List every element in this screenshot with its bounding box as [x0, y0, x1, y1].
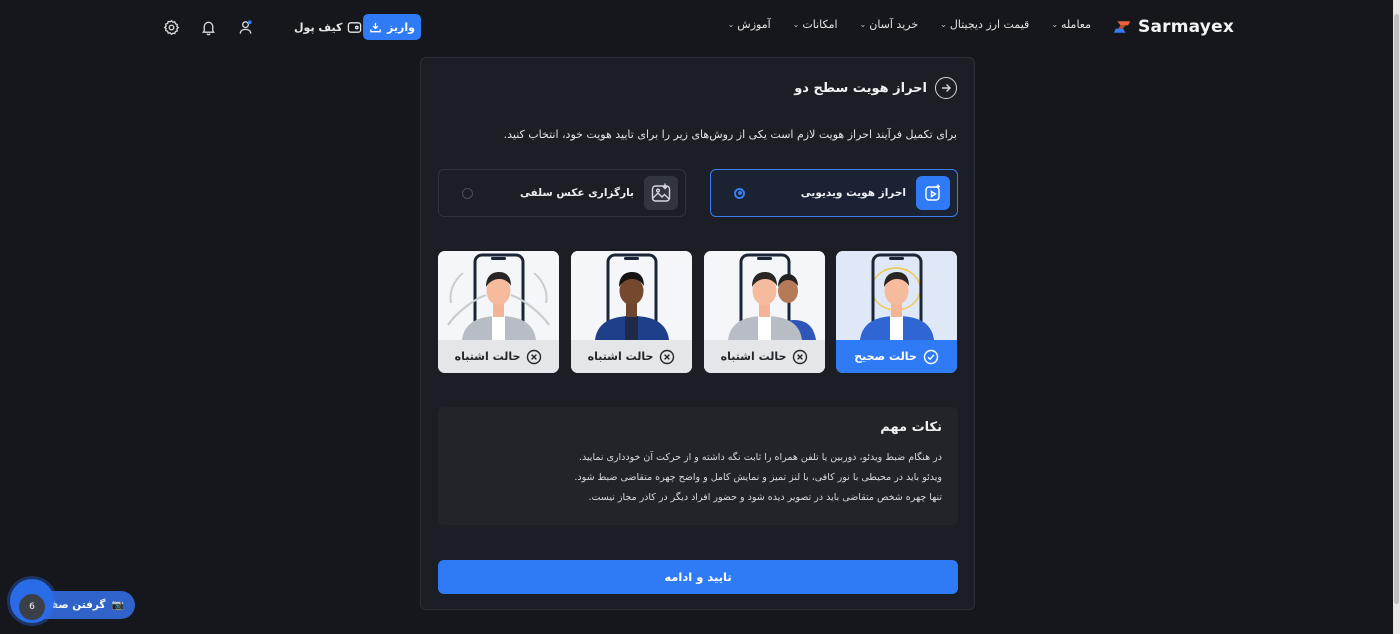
check-circle-icon	[923, 349, 939, 364]
chevron-down-icon: ⌄	[792, 20, 800, 29]
example-wrong-two-people: حالت اشتباه	[704, 251, 825, 373]
option-video-verification[interactable]: احراز هویت ویدیویی	[710, 169, 958, 217]
page-title: احراز هویت سطح دو	[794, 80, 927, 96]
nav-education[interactable]: آموزش ⌄	[728, 18, 771, 31]
nav-features[interactable]: امکانات ⌄	[793, 18, 838, 31]
option-selfie-upload[interactable]: بارگزاری عکس سلفی	[438, 169, 686, 217]
example-wrong-headphones: حالت اشتباه	[438, 251, 559, 373]
bell-icon[interactable]	[198, 17, 218, 37]
intro-text: برای تکمیل فرآیند احراز هویت لازم است یک…	[503, 128, 957, 141]
page-scrollbar[interactable]	[1393, 0, 1400, 634]
example-label: حالت صحیح	[854, 350, 917, 363]
nav-label: قیمت ارز دیجیتال	[949, 18, 1030, 31]
nav-label: معامله	[1061, 18, 1091, 31]
top-header: Sarmayex معامله ⌄ قیمت ارز دیجیتال ⌄ خرید …	[0, 0, 1393, 55]
deposit-button[interactable]: واریز	[363, 14, 421, 40]
x-circle-icon	[793, 349, 808, 364]
chevron-down-icon: ⌄	[727, 20, 735, 29]
download-tray-icon	[370, 22, 381, 32]
camera-icon: 📷	[111, 599, 124, 611]
option-label: احراز هویت ویدیویی	[800, 187, 906, 199]
option-label: بارگزاری عکس سلفی	[519, 187, 634, 199]
user-icon[interactable]	[235, 17, 255, 37]
low-light-illustration	[571, 251, 692, 340]
example-label: حالت اشتباه	[720, 350, 787, 363]
correct-pose-illustration	[836, 251, 957, 340]
chevron-down-icon: ⌄	[1051, 20, 1059, 29]
main-nav: معامله ⌄ قیمت ارز دیجیتال ⌄ خرید آسان ⌄ امک…	[728, 18, 1091, 31]
arrow-right-icon	[942, 84, 951, 92]
example-caption: حالت اشتباه	[704, 340, 825, 373]
chevron-down-icon: ⌄	[859, 20, 867, 29]
example-correct: حالت صحیح	[836, 251, 957, 373]
radio-unselected[interactable]	[462, 187, 473, 199]
headphones-illustration	[438, 251, 559, 340]
brand-logo[interactable]: Sarmayex	[1114, 14, 1234, 40]
important-notes: نکات مهم در هنگام ضبط ویدئو، دوربین یا ت…	[438, 407, 958, 525]
example-caption: حالت اشتباه	[438, 340, 559, 373]
x-circle-icon	[527, 349, 542, 364]
nav-crypto-prices[interactable]: قیمت ارز دیجیتال ⌄	[940, 18, 1029, 31]
nav-label: امکانات	[802, 18, 838, 31]
example-caption: حالت صحیح	[836, 340, 957, 373]
video-plus-icon	[916, 176, 950, 210]
x-circle-icon	[660, 349, 675, 364]
brand-name: Sarmayex	[1138, 17, 1234, 37]
notes-title: نکات مهم	[880, 420, 942, 435]
page-title-row: احراز هویت سطح دو	[794, 77, 957, 99]
note-line: تنها چهره شخص متقاضی باید در تصویر دیده …	[588, 492, 942, 503]
nav-trade[interactable]: معامله ⌄	[1051, 18, 1091, 31]
wallet-link[interactable]: کیف پول	[294, 17, 362, 37]
scrollbar-thumb[interactable]	[1394, 14, 1399, 604]
example-caption: حالت اشتباه	[571, 340, 692, 373]
image-download-icon	[644, 176, 678, 210]
confirm-continue-button[interactable]: تایید و ادامه	[438, 560, 958, 594]
deposit-label: واریز	[387, 20, 415, 34]
radio-selected[interactable]	[734, 187, 745, 199]
sarmayex-logo-icon	[1114, 21, 1131, 33]
wallet-label: کیف پول	[294, 20, 343, 34]
example-label: حالت اشتباه	[454, 350, 521, 363]
nav-easy-buy[interactable]: خرید آسان ⌄	[860, 18, 919, 31]
example-gallery: حالت صحیح حالت اشتباه حالت اشتباه حالت ا…	[438, 251, 958, 373]
note-line: ویدئو باید در محیطی با نور کافی، با لنز …	[574, 472, 942, 483]
note-line: در هنگام ضبط ویدئو، دوربین یا تلفن همراه…	[578, 452, 942, 463]
gear-icon[interactable]	[161, 17, 181, 37]
verification-card: احراز هویت سطح دو برای تکمیل فرآیند احرا…	[420, 57, 975, 610]
nav-label: آموزش	[737, 18, 771, 31]
wallet-icon	[348, 21, 362, 33]
two-people-illustration	[704, 251, 825, 340]
nav-label: خرید آسان	[869, 18, 919, 31]
example-wrong-low-light: حالت اشتباه	[571, 251, 692, 373]
example-label: حالت اشتباه	[587, 350, 654, 363]
back-button[interactable]	[935, 77, 957, 99]
chevron-down-icon: ⌄	[940, 20, 947, 29]
support-launcher[interactable]: 6	[10, 579, 54, 623]
support-count-badge: 6	[19, 594, 45, 620]
